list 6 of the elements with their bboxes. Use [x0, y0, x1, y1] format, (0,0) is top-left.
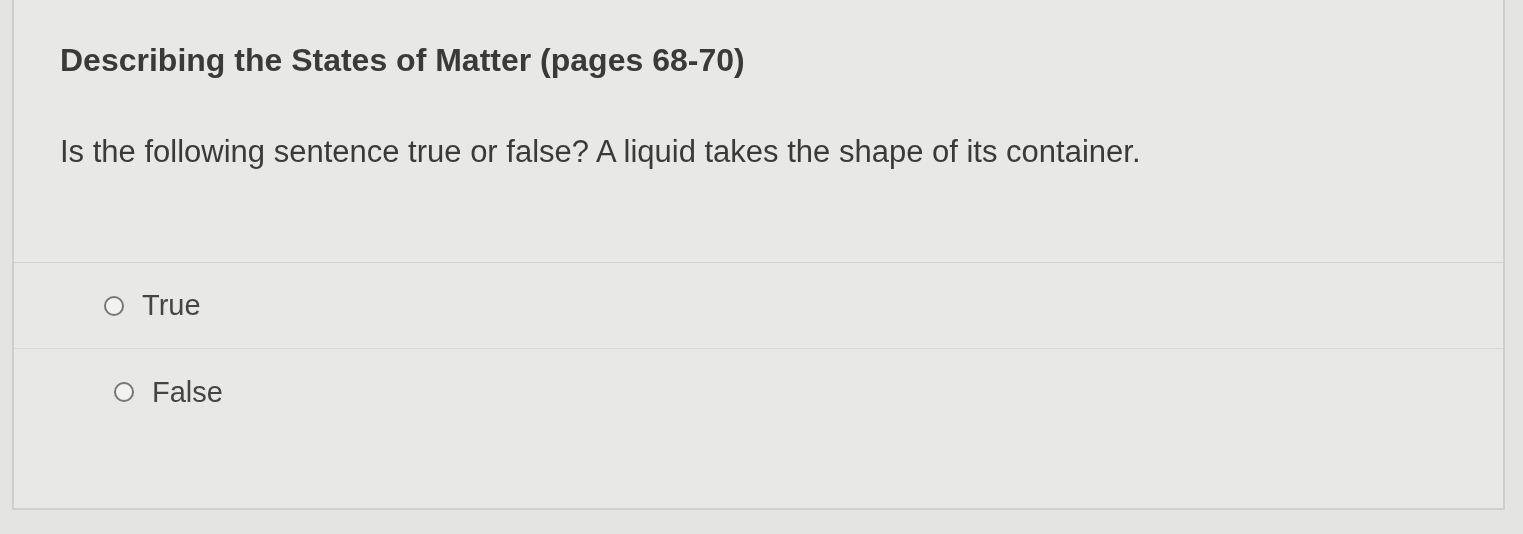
- question-title: Describing the States of Matter (pages 68-70): [59, 42, 746, 79]
- option-label[interactable]: False: [152, 375, 223, 409]
- radio-button[interactable]: [104, 295, 124, 316]
- radio-button[interactable]: [114, 382, 134, 402]
- option-label[interactable]: True: [142, 289, 201, 322]
- question-text: Is the following sentence true or false? A liquid takes the shape of its container.: [59, 134, 1142, 170]
